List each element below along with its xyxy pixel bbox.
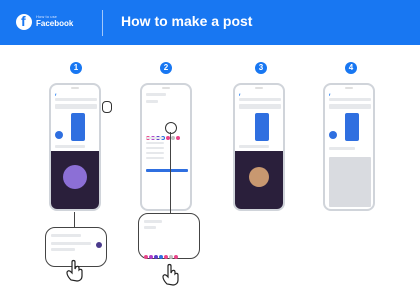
flower-shape bbox=[63, 165, 87, 189]
step-number-4: 4 bbox=[345, 62, 357, 74]
header-divider bbox=[102, 10, 103, 36]
status-input bbox=[55, 104, 97, 109]
option-row bbox=[146, 142, 164, 144]
post-photo bbox=[51, 151, 99, 209]
option-row bbox=[146, 157, 164, 159]
zoom-bar bbox=[51, 234, 81, 237]
header-banner: f How to use Facebook How to make a post bbox=[0, 0, 420, 45]
option-row bbox=[146, 147, 164, 149]
mini-facebook-logo: f bbox=[55, 92, 57, 97]
zoom-bar bbox=[144, 220, 162, 223]
phone-screen-3: f bbox=[233, 83, 285, 211]
highlight-marker bbox=[165, 122, 177, 134]
option-row bbox=[146, 137, 164, 139]
highlight-marker bbox=[102, 101, 112, 113]
step-number-2: 2 bbox=[160, 62, 172, 74]
story-card bbox=[345, 113, 359, 141]
phone-screen-1: f bbox=[49, 83, 101, 211]
story-card bbox=[255, 113, 269, 141]
status-input bbox=[239, 104, 281, 109]
post-photo bbox=[235, 151, 283, 209]
facebook-logo-icon: f bbox=[16, 13, 32, 30]
uploading-photo-placeholder bbox=[329, 157, 371, 207]
connector-line bbox=[170, 132, 171, 214]
phone-notch bbox=[255, 87, 263, 89]
story-card bbox=[71, 113, 85, 141]
nav-bar bbox=[55, 98, 97, 101]
mini-facebook-logo: f bbox=[239, 92, 241, 97]
phone-notch bbox=[71, 87, 79, 89]
zoom-button bbox=[96, 242, 102, 248]
user-name bbox=[146, 100, 158, 103]
phone-screen-4: f bbox=[323, 83, 375, 211]
nav-bar bbox=[239, 98, 281, 101]
option-row bbox=[146, 152, 164, 154]
brand-label: Facebook bbox=[36, 19, 74, 28]
page-title: How to make a post bbox=[121, 13, 253, 29]
zoom-bar bbox=[51, 242, 91, 245]
mini-facebook-logo: f bbox=[329, 92, 331, 97]
phone-notch bbox=[345, 87, 353, 89]
zoom-detail-2 bbox=[138, 213, 200, 259]
create-post-header bbox=[146, 93, 166, 96]
step-number-1: 1 bbox=[70, 62, 82, 74]
post-header bbox=[55, 145, 85, 148]
nav-bar bbox=[329, 98, 371, 101]
connector-line bbox=[74, 212, 75, 228]
post-header bbox=[329, 147, 355, 150]
status-input bbox=[329, 104, 371, 109]
pointer-hand-icon bbox=[64, 258, 86, 282]
avatar bbox=[329, 131, 337, 139]
post-header bbox=[239, 145, 269, 148]
phone-screen-2 bbox=[140, 83, 192, 211]
avatar bbox=[55, 131, 63, 139]
phone-notch bbox=[162, 87, 170, 89]
pointer-hand-icon bbox=[160, 262, 182, 286]
post-button bbox=[146, 169, 188, 172]
zoom-bar bbox=[144, 226, 156, 229]
zoom-bar bbox=[51, 248, 75, 251]
baby-photo-shape bbox=[249, 167, 269, 187]
step-number-3: 3 bbox=[255, 62, 267, 74]
